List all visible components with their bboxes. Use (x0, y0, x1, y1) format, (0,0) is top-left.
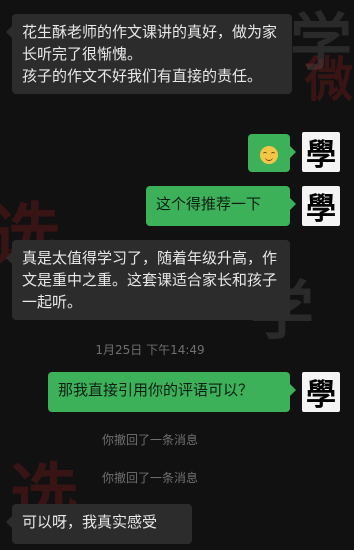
chat-view: 学 微 选 学 选 花生酥老师的作文课讲的真好，做为家长听完了很惭愧。 孩子的作… (0, 0, 354, 550)
recall-notice: 你撤回了一条消息 (101, 433, 198, 447)
watermark-text: 学 (290, 6, 353, 79)
watermark-text: 微 (305, 52, 354, 108)
avatar[interactable]: 學 (302, 372, 340, 413)
outgoing-message[interactable]: 那我直接引用你的评语可以？ (48, 372, 296, 412)
recall-notice: 你撤回了一条消息 (101, 471, 198, 485)
smile-emoji-icon (260, 145, 278, 164)
outgoing-message[interactable] (248, 134, 296, 172)
timestamp: 1月25日 下午14:49 (95, 343, 205, 357)
incoming-message[interactable]: 花生酥老师的作文课讲的真好，做为家长听完了很惭愧。 孩子的作文不好我们有直接的责… (6, 14, 292, 94)
incoming-message[interactable]: 可以呀，我真实感受 (6, 504, 192, 544)
avatar[interactable]: 學 (302, 186, 340, 227)
incoming-message[interactable]: 真是太值得学习了，随着年级升高，作文是重中之重。这套课适合家长和孩子一起听。 (6, 240, 290, 320)
outgoing-message[interactable]: 这个得推荐一下 (146, 186, 296, 226)
avatar[interactable]: 學 (302, 132, 340, 173)
